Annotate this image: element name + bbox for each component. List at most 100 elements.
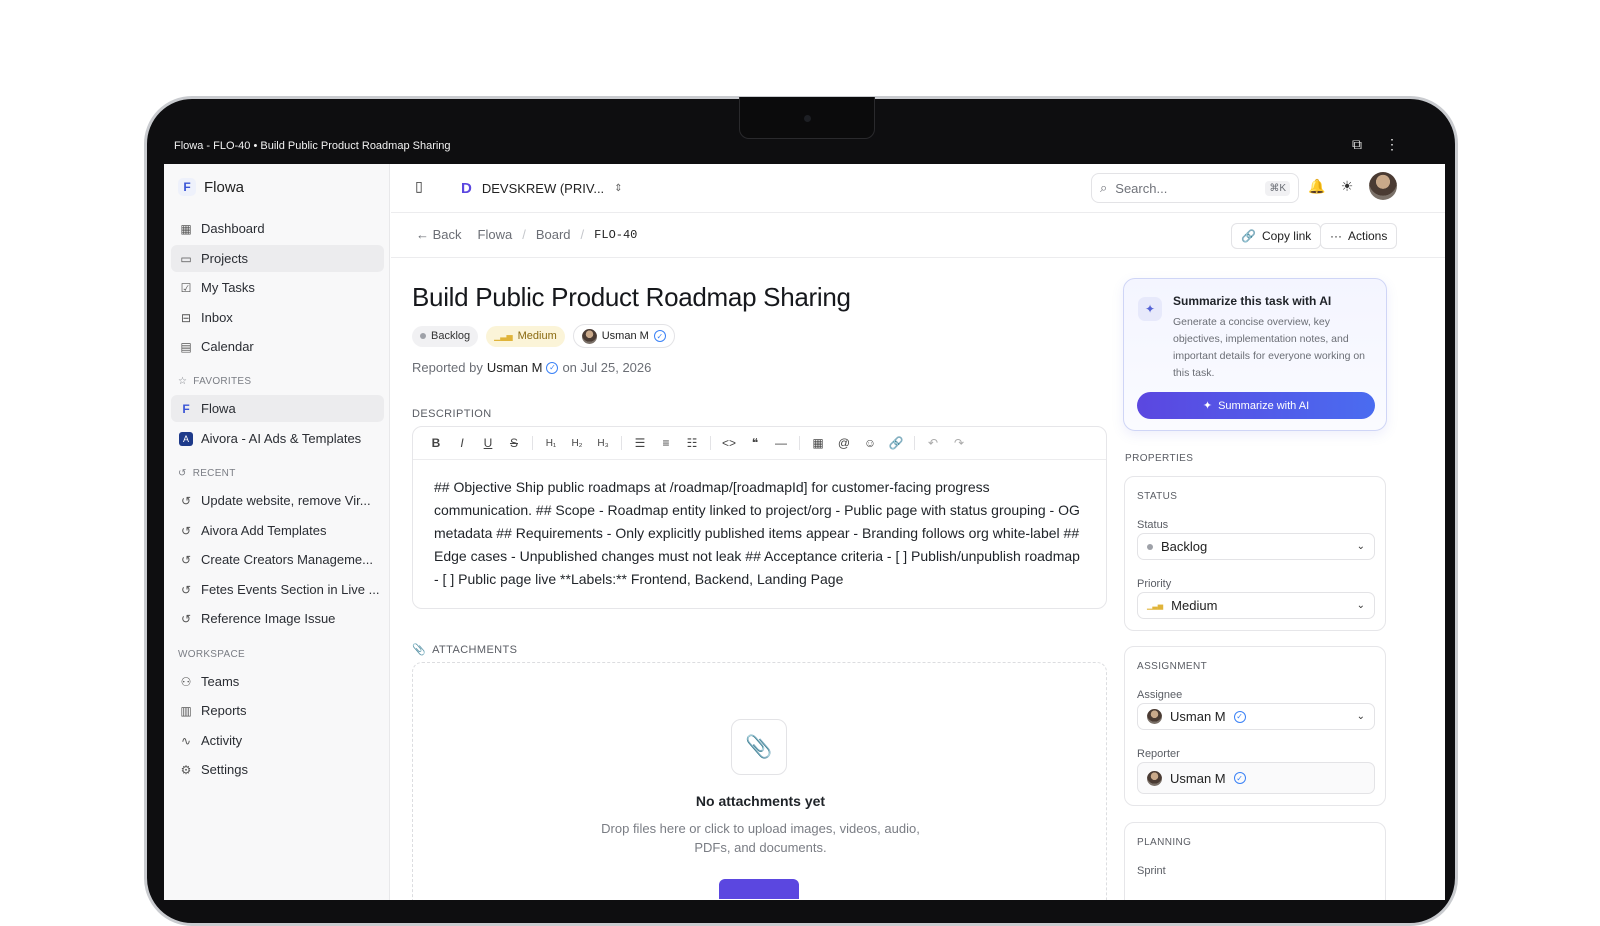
emoji-icon[interactable]: ☺ [857,431,883,455]
users-icon: ⚇ [180,674,192,689]
sidebar-item-inbox[interactable]: ⊟ Inbox [171,304,384,331]
flowa-logo-icon: F [182,401,190,416]
breadcrumb-item[interactable]: Flowa [478,227,513,242]
status-select[interactable]: Backlog ⌄ [1137,533,1375,560]
sidebar-item-reports[interactable]: ▥ Reports [171,697,384,724]
recent-item[interactable]: ↺ Update website, remove Vir... [171,487,384,514]
star-icon: ☆ [178,376,188,387]
properties-heading: PROPERTIES [1125,453,1194,464]
card-title: ASSIGNMENT [1137,661,1208,672]
priority-badge[interactable]: ▁▃▅ Medium [486,325,565,347]
quote-icon[interactable]: ❝ [742,431,768,455]
sidebar-item-teams[interactable]: ⚇ Teams [171,668,384,695]
description-editor[interactable]: B I U S H₁ H₂ H₃ ☰ ≡ ☷ <> ❝ — ▦ @ ☺ 🔗 ↶ … [412,426,1107,609]
breadcrumb-bar: ← Back Flowa / Board / FLO-40 🔗 Copy link… [391,213,1445,258]
activity-icon: ∿ [180,733,192,748]
recent-item[interactable]: ↺ Create Creators Manageme... [171,546,384,573]
folder-icon: ▭ [180,251,192,266]
verified-icon: ✓ [546,361,559,374]
horizontal-rule-icon[interactable]: — [768,431,794,455]
app-screen: F Flowa ▦ Dashboard ▭ Projects ☑ My Tasks ⊟… [164,164,1445,900]
sidebar-item-activity[interactable]: ∿ Activity [171,727,384,754]
avatar [581,328,597,344]
editor-toolbar: B I U S H₁ H₂ H₃ ☰ ≡ ☷ <> ❝ — ▦ @ ☺ 🔗 ↶ … [413,427,1106,460]
recent-heading: ↺ RECENT [178,468,236,479]
search-input[interactable]: ⌕ Search... ⌘K [1091,173,1299,203]
sidebar-item-settings[interactable]: ⚙ Settings [171,756,384,783]
priority-select[interactable]: ▁▃▅ Medium ⌄ [1137,592,1375,619]
sidebar-toggle-icon[interactable]: ▯ [409,178,429,198]
ordered-list-icon[interactable]: ≡ [653,431,679,455]
empty-title: No attachments yet [695,793,826,809]
search-icon: ⌕ [1100,180,1108,195]
underline-icon[interactable]: U [475,431,501,455]
more-horizontal-icon: ··· [1330,229,1342,243]
task-list-icon[interactable]: ☷ [679,431,705,455]
task-title[interactable]: Build Public Product Roadmap Sharing [412,282,851,313]
ai-description: Generate a concise overview, key objecti… [1173,316,1366,379]
sidebar-item-calendar[interactable]: ▤ Calendar [171,333,384,360]
heading-3-icon[interactable]: H₃ [590,431,616,455]
verified-icon: ✓ [1233,710,1246,723]
topbar: ▯ D DEVSKREW (PRIV... ⇕ ⌕ Search... ⌘K 🔔… [391,164,1445,213]
upload-button[interactable] [719,879,799,899]
back-button[interactable]: ← Back [416,227,462,242]
reporter-name[interactable]: Usman M [487,360,543,375]
breadcrumb: ← Back Flowa / Board / FLO-40 [416,227,637,242]
sun-icon[interactable]: ☀ [1337,178,1357,198]
assignment-card: ASSIGNMENT Assignee Usman M ✓ ⌄ Reporter… [1124,646,1386,806]
strikethrough-icon[interactable]: S [501,431,527,455]
sidebar-item-projects[interactable]: ▭ Projects [171,245,384,272]
history-icon: ↺ [180,582,192,597]
user-avatar[interactable] [1369,172,1397,200]
breadcrumb-separator: / [522,227,526,242]
brand-name: Flowa [204,178,245,196]
history-icon: ↺ [180,611,192,626]
more-vertical-icon[interactable]: ⋮ [1382,136,1402,156]
workspace-switcher[interactable]: D DEVSKREW (PRIV... ⇕ [461,180,623,197]
breadcrumb-item[interactable]: Board [536,227,571,242]
priority-label: Priority [1137,578,1172,590]
planning-card: PLANNING Sprint [1124,822,1386,900]
link-icon[interactable]: 🔗 [883,431,909,455]
sidebar-item-my-tasks[interactable]: ☑ My Tasks [171,274,384,301]
redo-icon[interactable]: ↷ [946,431,972,455]
status-card: STATUS Status Backlog ⌄ Priority ▁▃▅ Med… [1124,476,1386,631]
code-icon[interactable]: <> [716,431,742,455]
assignee-chip[interactable]: Usman M ✓ [572,324,675,348]
heading-2-icon[interactable]: H₂ [564,431,590,455]
inbox-icon: ⊟ [180,310,192,325]
extension-icon[interactable]: ⧉ [1347,136,1367,156]
recent-item[interactable]: ↺ Fetes Events Section in Live ... [171,576,384,603]
workspace-logo-icon: D [461,180,472,197]
ai-summary-card: ✦ Summarize this task with AI Generate a… [1123,278,1387,431]
bullet-list-icon[interactable]: ☰ [627,431,653,455]
bell-icon[interactable]: 🔔 [1307,178,1327,198]
bold-icon[interactable]: B [423,431,449,455]
mention-icon[interactable]: @ [831,431,857,455]
favorite-item-flowa[interactable]: F Flowa [171,395,384,422]
recent-item[interactable]: ↺ Aivora Add Templates [171,517,384,544]
undo-icon[interactable]: ↶ [920,431,946,455]
actions-button[interactable]: ··· Actions [1320,223,1398,249]
table-icon[interactable]: ▦ [805,431,831,455]
brand[interactable]: F Flowa [178,178,244,196]
summarize-button[interactable]: ✦ Summarize with AI [1137,392,1375,419]
italic-icon[interactable]: I [449,431,475,455]
reported-line: Reported by Usman M ✓ on Jul 25, 2026 [412,360,652,375]
sidebar-item-dashboard[interactable]: ▦ Dashboard [171,215,384,242]
heading-1-icon[interactable]: H₁ [538,431,564,455]
chevron-down-icon: ⌄ [1356,711,1365,722]
attachment-dropzone[interactable]: 📎 No attachments yet Drop files here or … [412,662,1107,900]
recent-item[interactable]: ↺ Reference Image Issue [171,605,384,632]
assignee-select[interactable]: Usman M ✓ ⌄ [1137,703,1375,730]
favorite-item-aivora[interactable]: A Aivora - AI Ads & Templates [171,425,384,452]
description-text[interactable]: ## Objective Ship public roadmaps at /ro… [413,460,1106,607]
verified-icon: ✓ [653,330,666,342]
avatar [1147,770,1162,786]
search-placeholder: Search... [1115,180,1168,196]
chevron-down-icon: ⌄ [1356,541,1365,552]
search-shortcut: ⌘K [1265,180,1290,196]
status-badge[interactable]: Backlog [412,325,479,347]
copy-link-button[interactable]: 🔗 Copy link [1231,223,1322,249]
